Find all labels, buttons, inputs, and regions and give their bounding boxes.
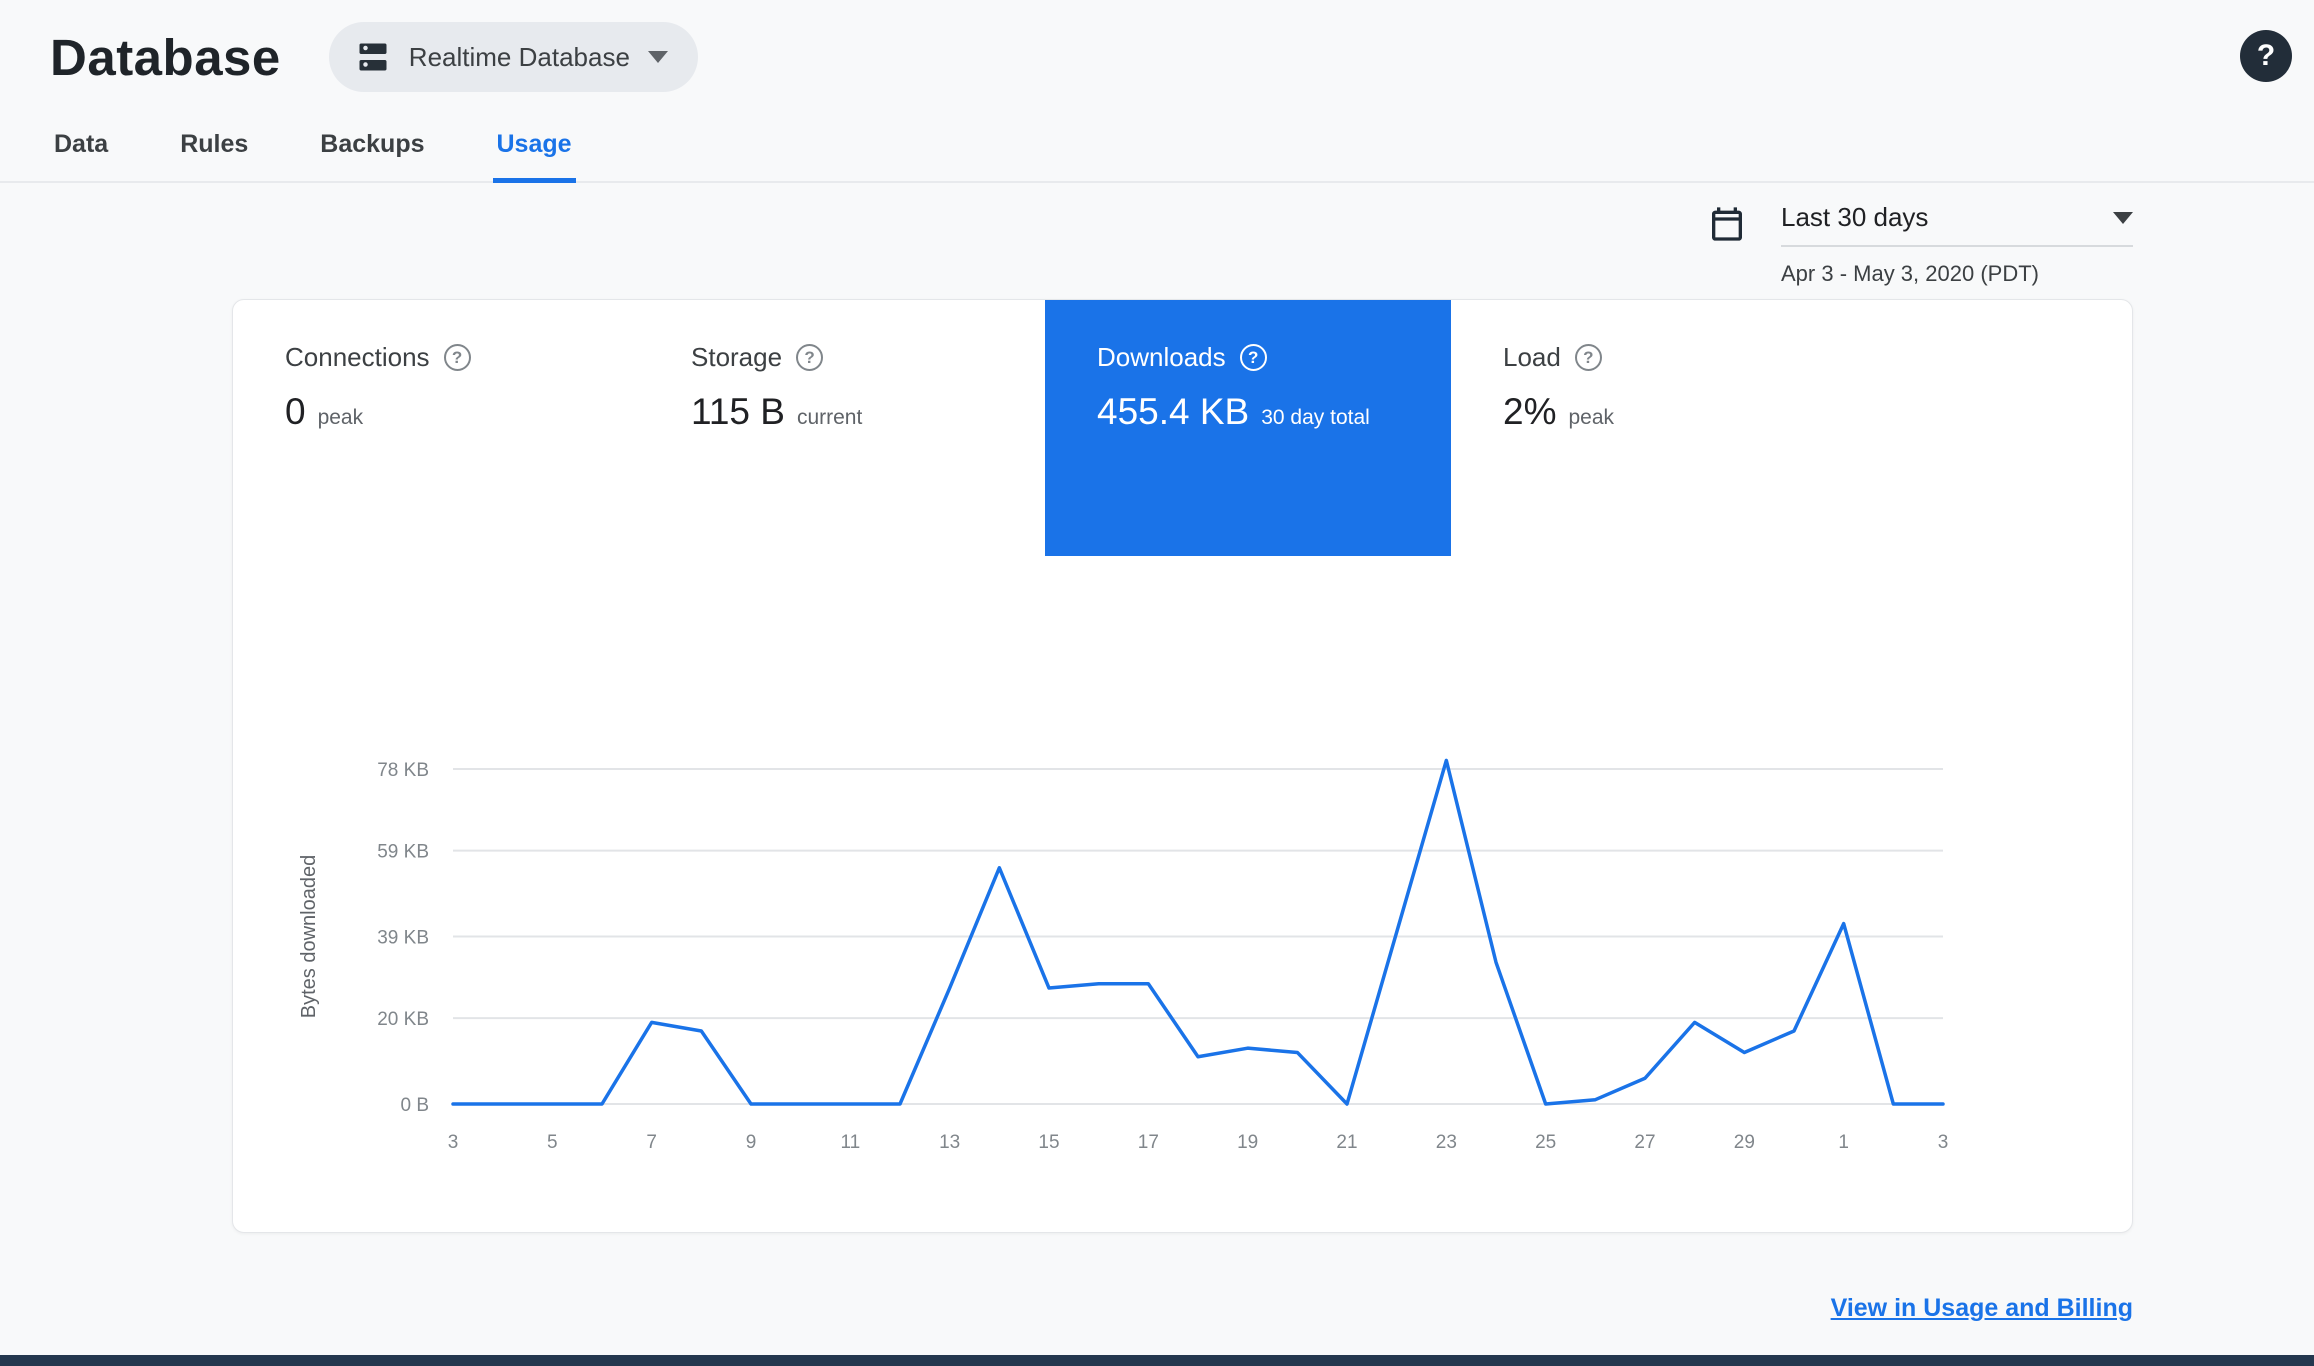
svg-text:29: 29 <box>1734 1132 1755 1153</box>
svg-text:21: 21 <box>1336 1132 1357 1153</box>
connections-help-icon[interactable]: ? <box>443 344 471 371</box>
metric-tiles: Connections ? 0 peak Storage ? 115 B cur… <box>233 300 2132 556</box>
metric-qualifier: peak <box>317 406 364 429</box>
load-help-icon[interactable]: ? <box>1574 344 1602 371</box>
tab-backups-label: Backups <box>320 130 425 158</box>
svg-text:25: 25 <box>1535 1132 1556 1153</box>
metric-tile-storage[interactable]: Storage ? 115 B current <box>639 300 1045 556</box>
metric-tile-load[interactable]: Load ? 2% peak <box>1451 300 1857 556</box>
svg-text:Bytes downloaded: Bytes downloaded <box>298 855 320 1018</box>
svg-text:5: 5 <box>547 1132 558 1153</box>
svg-text:59 KB: 59 KB <box>377 842 429 863</box>
downloads-help-icon[interactable]: ? <box>1239 344 1267 371</box>
metric-value: 0 <box>285 391 306 432</box>
database-selector-button[interactable]: Realtime Database <box>328 22 698 92</box>
metric-value: 2% <box>1503 391 1557 432</box>
tab-usage-label: Usage <box>496 130 572 158</box>
tab-usage[interactable]: Usage <box>492 106 576 183</box>
chevron-down-icon <box>2113 211 2133 224</box>
svg-text:19: 19 <box>1237 1132 1258 1153</box>
header: Database Realtime Database <box>0 0 2314 92</box>
svg-text:3: 3 <box>1938 1132 1949 1153</box>
tab-rules[interactable]: Rules <box>176 106 252 183</box>
view-usage-billing-link[interactable]: View in Usage and Billing <box>1831 1294 2133 1323</box>
bottom-bar <box>0 1355 2314 1366</box>
tab-backups[interactable]: Backups <box>316 106 428 183</box>
date-range-detail: Apr 3 - May 3, 2020 (PDT) <box>1781 261 2039 286</box>
svg-text:27: 27 <box>1634 1132 1655 1153</box>
metric-label: Downloads <box>1097 342 1226 372</box>
date-range-select[interactable]: Last 30 days <box>1781 202 2133 233</box>
metric-label: Storage <box>691 342 783 372</box>
svg-text:20 KB: 20 KB <box>377 1009 429 1030</box>
metric-tile-downloads[interactable]: Downloads ? 455.4 KB 30 day total <box>1045 300 1451 556</box>
metric-tile-connections[interactable]: Connections ? 0 peak <box>233 300 639 556</box>
database-selector-label: Realtime Database <box>408 41 630 72</box>
svg-text:39 KB: 39 KB <box>377 928 429 949</box>
usage-card: Connections ? 0 peak Storage ? 115 B cur… <box>232 299 2133 1233</box>
date-range-picker: Last 30 days Apr 3 - May 3, 2020 (PDT) <box>1707 202 2133 287</box>
metric-label: Connections <box>285 342 430 372</box>
svg-text:13: 13 <box>939 1132 960 1153</box>
svg-text:9: 9 <box>746 1132 757 1153</box>
metric-label: Load <box>1503 342 1561 372</box>
metric-value: 115 B <box>691 391 785 432</box>
svg-text:23: 23 <box>1436 1132 1457 1153</box>
date-range-divider <box>1781 245 2133 247</box>
tab-data[interactable]: Data <box>50 106 112 183</box>
storage-help-icon[interactable]: ? <box>796 344 824 371</box>
tabs-bar: Data Rules Backups Usage <box>0 106 2314 183</box>
metric-value: 455.4 KB <box>1097 391 1250 432</box>
svg-text:0 B: 0 B <box>400 1095 429 1116</box>
page-title: Database <box>50 28 281 86</box>
calendar-icon <box>1712 207 1742 241</box>
metric-qualifier: current <box>796 406 863 429</box>
help-button[interactable]: ? <box>2240 30 2292 82</box>
svg-text:17: 17 <box>1138 1132 1159 1153</box>
metric-qualifier: 30 day total <box>1261 406 1370 429</box>
metric-qualifier: peak <box>1568 406 1615 429</box>
question-mark-icon: ? <box>2256 39 2276 72</box>
database-icon <box>359 43 387 71</box>
svg-text:78 KB: 78 KB <box>377 760 429 781</box>
date-range-label: Last 30 days <box>1781 202 1929 232</box>
svg-text:1: 1 <box>1838 1132 1849 1153</box>
chevron-down-icon <box>647 51 668 63</box>
svg-text:7: 7 <box>646 1132 657 1153</box>
tab-rules-label: Rules <box>180 130 249 158</box>
tab-data-label: Data <box>54 130 109 158</box>
svg-text:15: 15 <box>1038 1132 1059 1153</box>
svg-text:3: 3 <box>448 1132 459 1153</box>
svg-text:11: 11 <box>840 1132 860 1153</box>
